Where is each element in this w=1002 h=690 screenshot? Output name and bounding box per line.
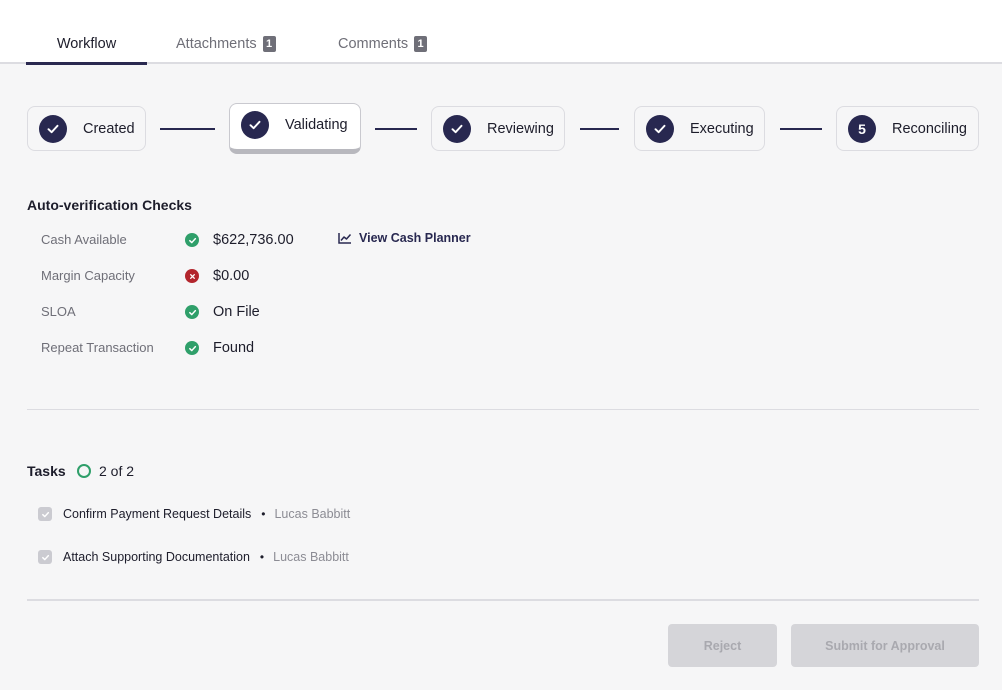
tab-workflow[interactable]: Workflow bbox=[26, 36, 147, 65]
tab-comments-label: Comments bbox=[338, 36, 409, 52]
step-connector bbox=[580, 128, 619, 130]
x-circle-icon bbox=[185, 269, 199, 283]
step-executing[interactable]: Executing bbox=[634, 106, 765, 151]
task-checkbox[interactable] bbox=[38, 550, 52, 564]
step-connector bbox=[375, 128, 417, 130]
tab-comments[interactable]: Comments 1 bbox=[338, 36, 428, 62]
step-reviewing[interactable]: Reviewing bbox=[431, 106, 565, 151]
tasks-count: 2 of 2 bbox=[99, 463, 135, 479]
check-label-repeat: Repeat Transaction bbox=[41, 340, 154, 355]
check-icon bbox=[39, 114, 67, 143]
footer-divider bbox=[27, 599, 979, 601]
check-value-margin: $0.00 bbox=[213, 268, 250, 284]
task-label: Confirm Payment Request Details bbox=[63, 507, 252, 521]
step-label: Reviewing bbox=[487, 120, 554, 137]
step-number: 5 bbox=[848, 114, 876, 143]
check-icon bbox=[443, 114, 471, 143]
step-label: Created bbox=[83, 120, 135, 137]
tasks-title: Tasks bbox=[27, 463, 66, 479]
section-divider bbox=[27, 409, 979, 410]
separator-dot: • bbox=[259, 550, 265, 564]
step-connector bbox=[780, 128, 822, 130]
task-assignee: Lucas Babbitt bbox=[273, 550, 349, 564]
step-created[interactable]: Created bbox=[27, 106, 146, 151]
step-label: Validating bbox=[285, 116, 348, 133]
step-label: Reconciling bbox=[892, 120, 967, 137]
check-value-cash: $622,736.00 bbox=[213, 232, 294, 248]
line-chart-icon bbox=[338, 233, 352, 244]
separator-dot: • bbox=[261, 507, 266, 521]
check-circle-icon bbox=[185, 233, 199, 247]
tab-attachments-label: Attachments bbox=[176, 36, 257, 52]
task-item: Attach Supporting Documentation • Lucas … bbox=[38, 550, 349, 564]
view-cash-planner-label: View Cash Planner bbox=[359, 231, 471, 245]
verification-title: Auto-verification Checks bbox=[27, 197, 192, 213]
check-label-cash: Cash Available bbox=[41, 232, 127, 247]
view-cash-planner-link[interactable]: View Cash Planner bbox=[338, 231, 471, 245]
active-tab-underline bbox=[26, 62, 147, 65]
check-icon bbox=[646, 114, 674, 143]
submit-for-approval-button[interactable]: Submit for Approval bbox=[791, 624, 979, 667]
progress-ring-icon bbox=[77, 464, 91, 478]
tab-bar: Workflow Attachments 1 Comments 1 bbox=[0, 0, 1002, 65]
check-circle-icon bbox=[185, 305, 199, 319]
task-item: Confirm Payment Request Details • Lucas … bbox=[38, 507, 350, 521]
step-connector bbox=[160, 128, 215, 130]
task-label: Attach Supporting Documentation bbox=[63, 550, 250, 564]
task-assignee: Lucas Babbitt bbox=[274, 507, 351, 521]
tab-workflow-label: Workflow bbox=[56, 36, 117, 52]
check-value-sloa: On File bbox=[213, 304, 260, 320]
task-checkbox[interactable] bbox=[38, 507, 52, 521]
check-icon bbox=[241, 110, 269, 139]
check-circle-icon bbox=[185, 341, 199, 355]
step-validating[interactable]: Validating bbox=[229, 103, 361, 154]
check-label-sloa: SLOA bbox=[41, 304, 76, 319]
step-label: Executing bbox=[690, 120, 754, 137]
attachments-count-badge: 1 bbox=[262, 36, 276, 52]
step-reconciling[interactable]: 5 Reconciling bbox=[836, 106, 979, 151]
check-value-repeat: Found bbox=[213, 340, 255, 356]
reject-button[interactable]: Reject bbox=[668, 624, 777, 667]
tab-attachments[interactable]: Attachments 1 bbox=[176, 36, 276, 62]
check-label-margin: Margin Capacity bbox=[41, 268, 135, 283]
comments-count-badge: 1 bbox=[414, 36, 428, 52]
